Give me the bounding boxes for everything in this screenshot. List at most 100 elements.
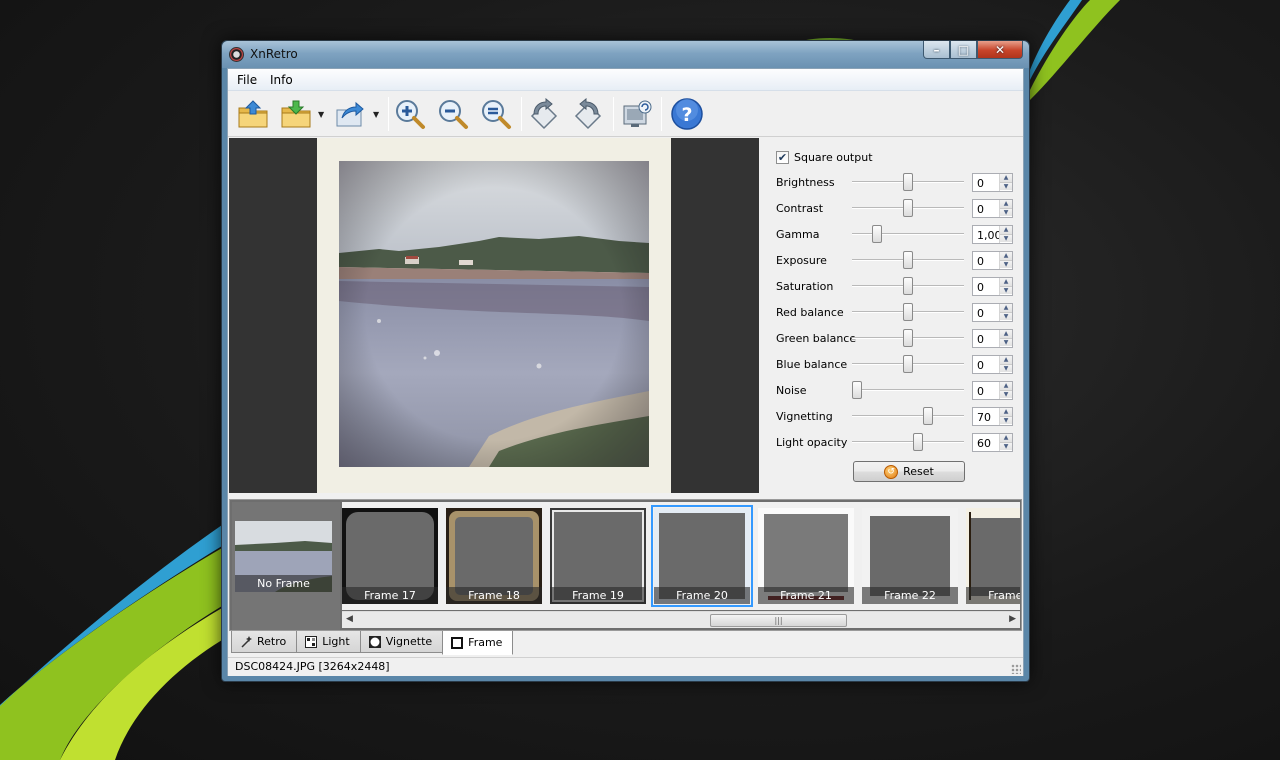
value-spinbox[interactable]: 0 ▲ ▼	[972, 329, 1013, 348]
zoom-actual-button[interactable]	[478, 96, 514, 132]
spin-down-icon[interactable]: ▼	[1000, 416, 1012, 424]
slider-thumb[interactable]	[852, 381, 862, 399]
slider-thumb[interactable]	[872, 225, 882, 243]
scroll-left-arrow[interactable]: ◀	[346, 614, 353, 624]
frame-thumb[interactable]: Frame 22	[862, 508, 958, 604]
scroll-thumb[interactable]: |||	[710, 614, 847, 627]
spin-up-icon[interactable]: ▲	[1000, 278, 1012, 286]
spin-down-icon[interactable]: ▼	[1000, 390, 1012, 398]
tab-frame[interactable]: Frame	[442, 631, 514, 655]
frame-thumb[interactable]: Frame 20	[651, 505, 753, 607]
export-dropdown-arrow[interactable]: ▼	[373, 110, 379, 119]
frame-thumb[interactable]: Frame 21	[758, 508, 854, 604]
value-spinbox[interactable]: 1,00 ▲ ▼	[972, 225, 1013, 244]
slider-thumb[interactable]	[903, 329, 913, 347]
spin-up-icon[interactable]: ▲	[1000, 200, 1012, 208]
slider-track[interactable]	[852, 389, 964, 391]
frame-strip: No Frame Frame 17 Frame 18 Frame 19 Frame 2…	[229, 499, 1022, 631]
spin-up-icon[interactable]: ▲	[1000, 382, 1012, 390]
frame-thumb[interactable]: Frame 17	[342, 508, 438, 604]
spin-down-icon[interactable]: ▼	[1000, 442, 1012, 450]
frame-thumb[interactable]: Frame 23	[966, 508, 1020, 604]
value-spinbox[interactable]: 0 ▲ ▼	[972, 355, 1013, 374]
value-spinbox[interactable]: 0 ▲ ▼	[972, 199, 1013, 218]
title-bar[interactable]: XnRetro – □ ✕	[222, 41, 1029, 68]
image-preview[interactable]	[229, 138, 759, 493]
frames-scrollbar[interactable]: ◀ ||| ▶	[342, 611, 1020, 628]
value-spinbox[interactable]: 60 ▲ ▼	[972, 433, 1013, 452]
close-button[interactable]: ✕	[977, 41, 1023, 59]
spin-value[interactable]: 60	[977, 437, 991, 450]
tab-vignette[interactable]: Vignette	[359, 631, 444, 653]
value-spinbox[interactable]: 70 ▲ ▼	[972, 407, 1013, 426]
spin-up-icon[interactable]: ▲	[1000, 174, 1012, 182]
scroll-right-arrow[interactable]: ▶	[1009, 614, 1016, 624]
spin-value[interactable]: 0	[977, 255, 984, 268]
spin-up-icon[interactable]: ▲	[1000, 304, 1012, 312]
slider-track[interactable]	[852, 441, 964, 443]
spin-down-icon[interactable]: ▼	[1000, 286, 1012, 294]
slider-thumb[interactable]	[903, 251, 913, 269]
value-spinbox[interactable]: 0 ▲ ▼	[972, 303, 1013, 322]
set-wallpaper-button[interactable]	[619, 96, 655, 132]
spin-value[interactable]: 0	[977, 333, 984, 346]
slider-thumb[interactable]	[903, 199, 913, 217]
spin-up-icon[interactable]: ▲	[1000, 434, 1012, 442]
resize-grip[interactable]	[1011, 664, 1021, 674]
slider-track[interactable]	[852, 415, 964, 417]
spin-value[interactable]: 70	[977, 411, 991, 424]
value-spinbox[interactable]: 0 ▲ ▼	[972, 277, 1013, 296]
spin-down-icon[interactable]: ▼	[1000, 312, 1012, 320]
spin-down-icon[interactable]: ▼	[1000, 338, 1012, 346]
spin-up-icon[interactable]: ▲	[1000, 226, 1012, 234]
slider-thumb[interactable]	[903, 355, 913, 373]
slider-thumb[interactable]	[913, 433, 923, 451]
spin-up-icon[interactable]: ▲	[1000, 330, 1012, 338]
spin-down-icon[interactable]: ▼	[1000, 364, 1012, 372]
light-grid-icon	[305, 635, 318, 648]
reset-button[interactable]: ↺ Reset	[853, 461, 965, 482]
save-dropdown-arrow[interactable]: ▼	[318, 110, 324, 119]
menu-info[interactable]: Info	[270, 73, 293, 87]
zoom-out-button[interactable]	[435, 96, 471, 132]
spin-value[interactable]: 0	[977, 203, 984, 216]
slider-thumb[interactable]	[903, 173, 913, 191]
value-spinbox[interactable]: 0 ▲ ▼	[972, 251, 1013, 270]
slider-thumb[interactable]	[903, 303, 913, 321]
save-button[interactable]	[278, 96, 314, 132]
value-spinbox[interactable]: 0 ▲ ▼	[972, 173, 1013, 192]
menu-file[interactable]: File	[237, 73, 257, 87]
slider-thumb[interactable]	[923, 407, 933, 425]
slider-thumb[interactable]	[903, 277, 913, 295]
export-button[interactable]	[332, 96, 368, 132]
maximize-button[interactable]: □	[950, 41, 977, 59]
spin-up-icon[interactable]: ▲	[1000, 356, 1012, 364]
frame-thumb[interactable]: Frame 18	[446, 508, 542, 604]
spin-value[interactable]: 0	[977, 385, 984, 398]
spin-value[interactable]: 0	[977, 307, 984, 320]
spin-value[interactable]: 0	[977, 281, 984, 294]
spin-value[interactable]: 0	[977, 359, 984, 372]
rotate-left-button[interactable]	[526, 96, 562, 132]
slider-track[interactable]	[852, 233, 964, 235]
spin-value[interactable]: 1,00	[977, 229, 1002, 242]
rotate-right-button[interactable]	[570, 96, 606, 132]
frame-thumb[interactable]: Frame 19	[550, 508, 646, 604]
spin-up-icon[interactable]: ▲	[1000, 408, 1012, 416]
no-frame-thumb[interactable]: No Frame	[232, 502, 340, 630]
value-spinbox[interactable]: 0 ▲ ▼	[972, 381, 1013, 400]
minimize-button[interactable]: –	[923, 41, 950, 59]
spin-value[interactable]: 0	[977, 177, 984, 190]
spin-down-icon[interactable]: ▼	[1000, 208, 1012, 216]
spin-down-icon[interactable]: ▼	[1000, 182, 1012, 190]
square-output-checkbox[interactable]: ✔	[776, 151, 789, 164]
square-output-row[interactable]: ✔ Square output	[776, 151, 873, 164]
zoom-in-button[interactable]	[392, 96, 428, 132]
help-button[interactable]: ?	[669, 96, 705, 132]
spin-down-icon[interactable]: ▼	[1000, 260, 1012, 268]
tab-light[interactable]: Light	[296, 631, 361, 653]
open-button[interactable]	[235, 96, 271, 132]
spin-up-icon[interactable]: ▲	[1000, 252, 1012, 260]
spin-down-icon[interactable]: ▼	[1000, 234, 1012, 242]
tab-retro[interactable]: Retro	[231, 631, 298, 653]
